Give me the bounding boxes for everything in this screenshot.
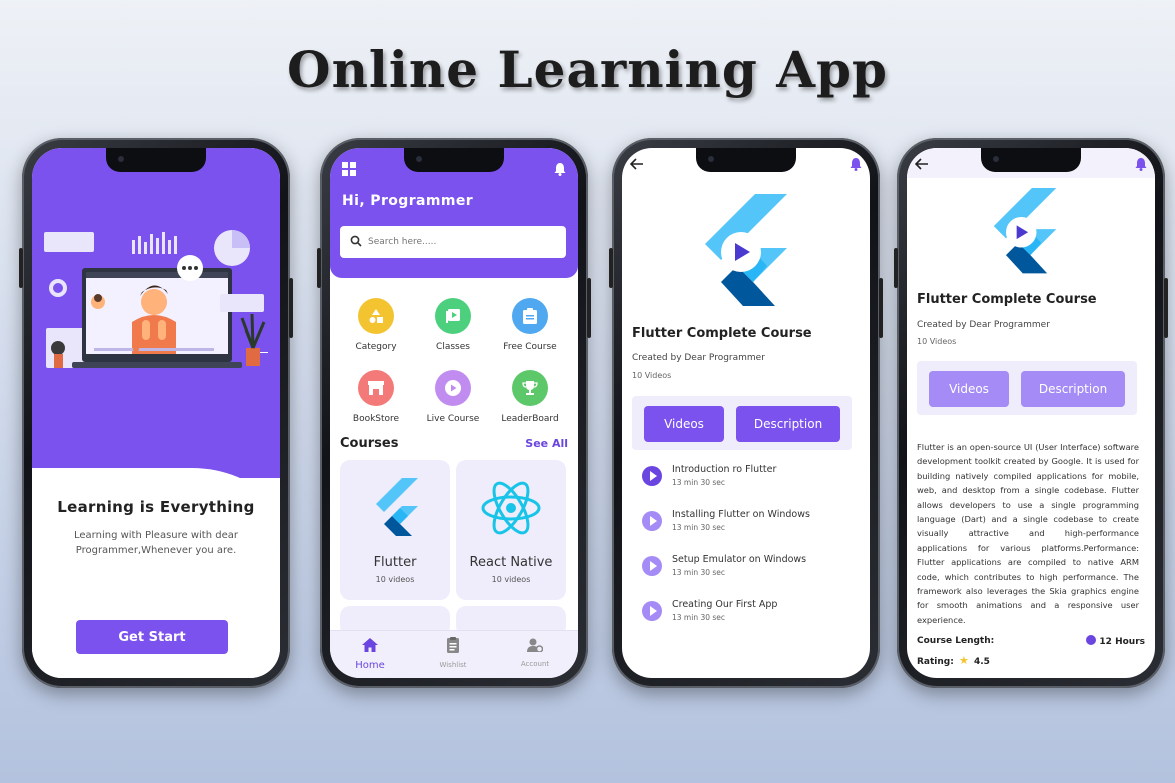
back-arrow-icon[interactable]	[915, 158, 929, 170]
back-arrow-icon[interactable]	[630, 158, 644, 170]
play-icon[interactable]	[642, 466, 662, 486]
clipboard-icon	[512, 298, 548, 334]
tab-description[interactable]: Description	[736, 406, 840, 442]
rating-value: 4.5	[974, 657, 990, 667]
course-author: Created by Dear Programmer	[632, 353, 765, 363]
course-video-count: 10 Videos	[632, 371, 672, 380]
category-label: LeaderBoard	[501, 414, 559, 424]
video-library-icon	[435, 298, 471, 334]
nav-wishlist[interactable]: Wishlist	[418, 637, 488, 669]
bottom-navigation: Home Wishlist Account	[330, 630, 578, 678]
category-category[interactable]: Category	[336, 298, 416, 352]
bell-icon[interactable]	[1135, 157, 1147, 171]
course-length: 12 Hours	[1086, 635, 1145, 647]
play-circle-icon	[435, 370, 471, 406]
course-length-label: Course Length:	[917, 636, 995, 646]
onboarding-title: Learning is Everything	[57, 498, 255, 516]
phone-notch	[696, 148, 796, 172]
home-screen: Hi, Programmer Category Classes Free Cours…	[330, 148, 578, 678]
category-bookstore[interactable]: BookStore	[336, 370, 416, 424]
bell-icon[interactable]	[850, 157, 862, 171]
onboarding-screen: Learning is Everything Learning with Ple…	[32, 148, 280, 678]
wishlist-icon	[447, 637, 459, 653]
nav-label: Wishlist	[439, 661, 467, 669]
course-description-screen: Flutter Complete Course Created by Dear …	[907, 148, 1155, 678]
store-icon	[358, 370, 394, 406]
category-classes[interactable]: Classes	[413, 298, 493, 352]
lesson-title: Setup Emulator on Windows	[672, 554, 807, 565]
rating: Rating: ★ 4.5	[917, 654, 990, 667]
course-video-count: 10 videos	[375, 575, 415, 584]
course-title: Flutter Complete Course	[917, 292, 1097, 307]
category-label: Classes	[436, 342, 470, 352]
course-author: Created by Dear Programmer	[917, 320, 1050, 330]
play-icon[interactable]	[642, 556, 662, 576]
search-icon	[350, 235, 362, 247]
nav-label: Home	[355, 660, 385, 671]
category-leaderboard[interactable]: LeaderBoard	[490, 370, 570, 424]
lesson-duration: 13 min 30 sec	[672, 478, 726, 487]
phone-onboarding: Learning is Everything Learning with Ple…	[19, 138, 293, 688]
category-label: Category	[355, 342, 397, 352]
phone-notch	[404, 148, 504, 172]
lesson-duration: 13 min 30 sec	[672, 613, 726, 622]
courses-heading: Courses	[340, 436, 399, 451]
get-start-button[interactable]: Get Start	[76, 620, 228, 654]
course-title: Flutter Complete Course	[632, 326, 812, 341]
course-card-flutter[interactable]: Flutter 10 videos	[340, 460, 450, 600]
phone-course-videos: Flutter Complete Course Created by Dear …	[609, 138, 883, 688]
lesson-title: Creating Our First App	[672, 599, 778, 610]
page-headline: Online Learning App	[287, 40, 888, 99]
phone-notch	[981, 148, 1081, 172]
lesson-duration: 13 min 30 sec	[672, 568, 726, 577]
category-label: Live Course	[426, 414, 480, 424]
flutter-course-logo	[993, 188, 1057, 274]
search-input[interactable]	[340, 226, 566, 258]
flutter-course-logo	[705, 194, 787, 306]
star-icon: ★	[958, 654, 969, 667]
lesson-duration: 13 min 30 sec	[672, 523, 726, 532]
lesson-title: Introduction ro Flutter	[672, 464, 777, 475]
phone-notch	[106, 148, 206, 172]
see-all-link[interactable]: See All	[525, 437, 568, 450]
home-icon	[362, 638, 378, 652]
rating-label: Rating:	[917, 657, 954, 667]
trophy-icon	[512, 370, 548, 406]
shapes-icon	[358, 298, 394, 334]
dashboard-icon[interactable]	[342, 162, 356, 176]
course-video-count: 10 Videos	[917, 337, 957, 346]
tab-description[interactable]: Description	[1021, 371, 1125, 407]
hero-illustration	[44, 230, 268, 368]
course-tabs: Videos Description	[632, 396, 852, 450]
category-label: Free Course	[503, 342, 557, 352]
nav-account[interactable]: Account	[500, 637, 570, 668]
course-length-value: 12 Hours	[1099, 637, 1145, 647]
tab-videos[interactable]: Videos	[929, 371, 1009, 407]
category-free-course[interactable]: Free Course	[490, 298, 570, 352]
category-live-course[interactable]: Live Course	[413, 370, 493, 424]
play-icon[interactable]	[642, 511, 662, 531]
nav-home[interactable]: Home	[335, 637, 405, 671]
onboarding-subtitle: Learning with Pleasure with dear Program…	[74, 530, 238, 556]
course-videos-screen: Flutter Complete Course Created by Dear …	[622, 148, 870, 678]
greeting-text: Hi, Programmer	[342, 193, 474, 209]
tab-videos[interactable]: Videos	[644, 406, 724, 442]
flutter-logo-icon	[376, 478, 418, 536]
course-name: React Native	[469, 555, 553, 570]
category-label: BookStore	[352, 414, 400, 424]
bell-icon[interactable]	[554, 162, 566, 176]
course-tabs: Videos Description	[917, 361, 1137, 415]
account-icon	[527, 638, 544, 653]
course-video-count: 10 videos	[491, 575, 531, 584]
phone-course-description: Flutter Complete Course Created by Dear …	[894, 138, 1168, 688]
lesson-title: Installing Flutter on Windows	[672, 509, 810, 520]
course-card-react-native[interactable]: React Native 10 videos	[456, 460, 566, 600]
timer-icon	[1086, 635, 1097, 645]
play-icon[interactable]	[642, 601, 662, 621]
react-logo-icon	[481, 481, 541, 535]
course-description: Flutter is an open-source UI (User Inter…	[917, 442, 1139, 625]
course-name: Flutter	[373, 555, 417, 570]
nav-label: Account	[520, 660, 550, 668]
phone-home: Hi, Programmer Category Classes Free Cours…	[317, 138, 591, 688]
